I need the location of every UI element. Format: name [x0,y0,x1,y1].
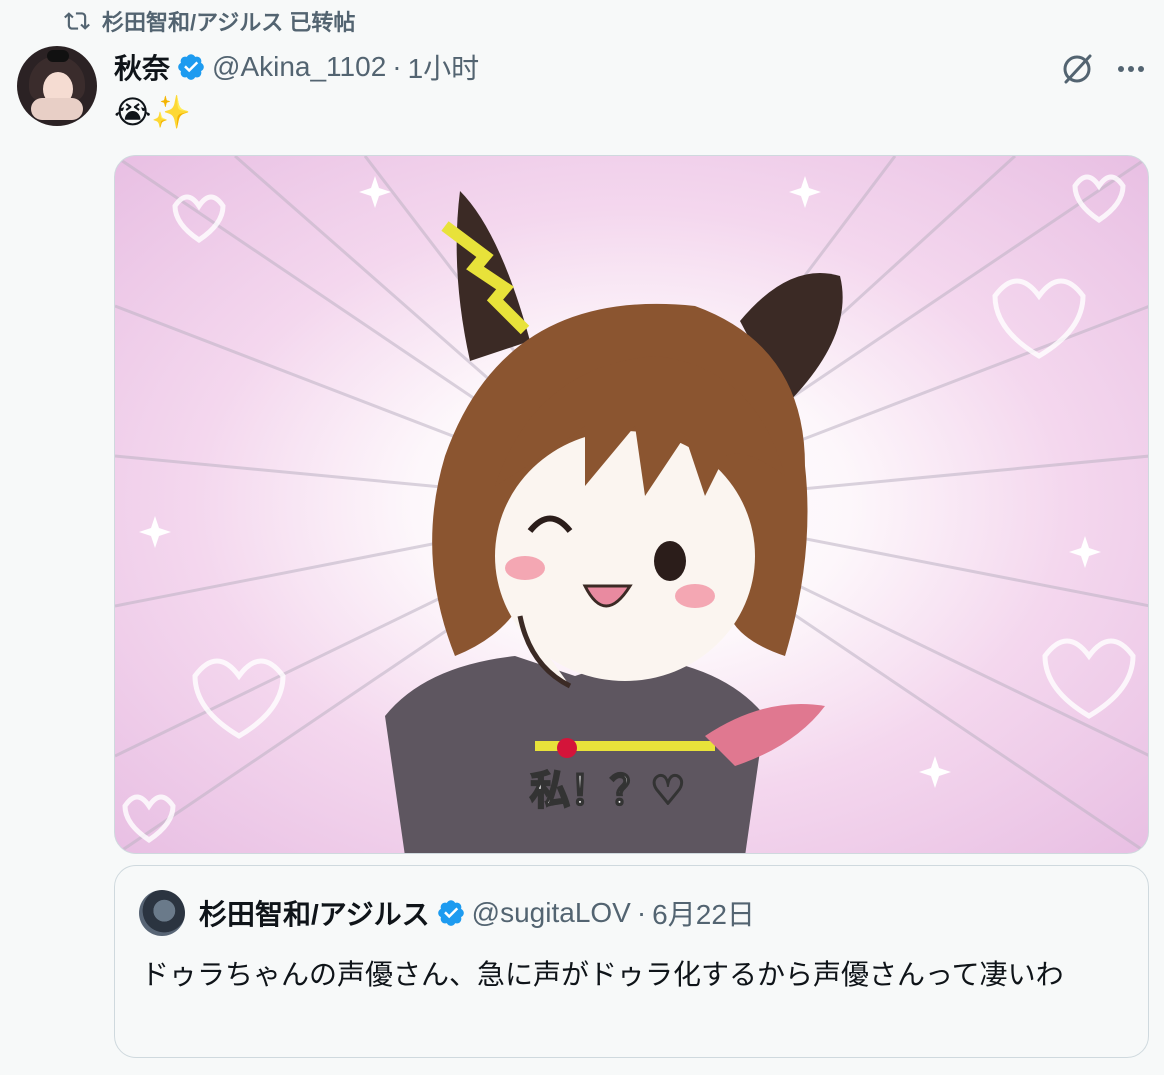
quoted-author-avatar[interactable] [139,890,185,936]
quoted-tweet-header: 杉田智和/アジルス @sugitaLOV · 6月22日 [199,894,755,932]
tweet-text: 😭✨ [114,94,192,130]
quoted-verified-badge-icon [436,898,466,928]
quoted-author-handle[interactable]: @sugitaLOV [472,897,631,929]
grok-icon[interactable] [1058,50,1096,88]
quoted-tweet-text: ドゥラちゃんの声優さん、急に声がドゥラ化するから声優さんって凄いわ [141,958,1064,991]
quoted-date[interactable]: 6月22日 [652,893,755,933]
quoted-tweet[interactable]: 杉田智和/アジルス @sugitaLOV · 6月22日 ドゥラちゃんの声優さん… [114,865,1149,1058]
quoted-author-name[interactable]: 杉田智和/アジルス [199,893,430,933]
quoted-separator-dot: · [636,897,647,928]
more-options-icon[interactable] [1112,50,1150,88]
repost-indicator[interactable]: 杉田智和/アジルス 已转帖 [64,6,355,36]
separator-dot: · [392,51,402,82]
repost-text: 杉田智和/アジルス 已转帖 [102,10,356,35]
tweet-media-image[interactable]: 私！？♡ [114,155,1149,854]
author-avatar[interactable] [17,46,97,126]
verified-badge-icon [176,52,206,82]
author-name[interactable]: 秋奈 [114,47,170,87]
media-caption: 私！？♡ [530,768,686,814]
tweet-card[interactable]: 杉田智和/アジルス 已转帖 秋奈 @Akina_1102 · 1小时 � [0,0,1164,1075]
tweet-header: 秋奈 @Akina_1102 · 1小时 [114,48,479,86]
author-handle[interactable]: @Akina_1102 [212,51,386,83]
retweet-icon [64,8,90,34]
timestamp[interactable]: 1小时 [408,47,480,87]
